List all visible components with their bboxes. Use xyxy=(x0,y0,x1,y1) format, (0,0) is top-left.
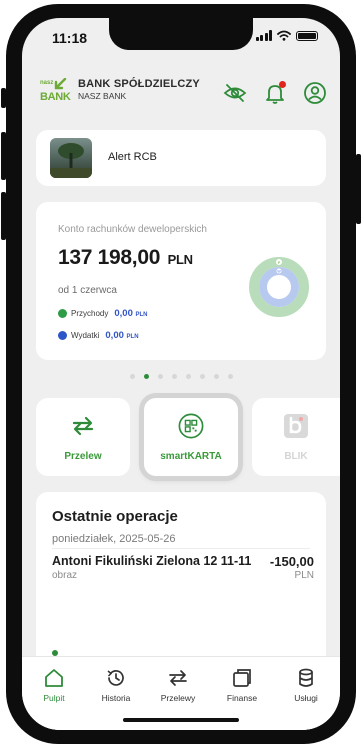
pager-dot[interactable] xyxy=(185,374,191,379)
signal-icon xyxy=(255,30,272,41)
services-icon xyxy=(276,667,336,689)
balance-donut-chart: P W xyxy=(249,257,309,317)
income-value: 0,00 PLN xyxy=(114,308,148,319)
mute-switch xyxy=(1,88,6,108)
notification-badge xyxy=(279,81,286,88)
history-icon xyxy=(86,667,146,689)
transfers-icon xyxy=(148,667,208,689)
tile-smartkarta-label: smartKARTA xyxy=(160,451,222,462)
tab-historia-label: Historia xyxy=(101,693,131,703)
status-time: 11:18 xyxy=(52,30,88,46)
user-icon[interactable] xyxy=(302,80,328,106)
pager-dot[interactable] xyxy=(143,374,149,379)
volume-up-button xyxy=(1,132,6,180)
home-indicator[interactable] xyxy=(123,718,239,722)
brand-subname: NASZ BANK xyxy=(78,91,127,101)
logo-arrow-icon xyxy=(54,78,67,90)
pager-dot[interactable] xyxy=(157,374,163,379)
bell-icon[interactable] xyxy=(262,80,288,106)
operation-amount: -150,00 xyxy=(269,554,314,569)
logo-mark: nasz BANK xyxy=(40,78,72,108)
battery-icon xyxy=(296,30,318,41)
list-item[interactable]: Antoni Fikuliński Zielona 12 11-11 -150,… xyxy=(52,554,314,581)
expense-dot xyxy=(58,331,67,340)
tab-finanse-label: Finanse xyxy=(226,693,258,703)
alert-card[interactable]: Alert RCB xyxy=(36,130,326,186)
expense-row: Wydatki 0,00 PLN xyxy=(58,330,139,341)
logo-mark-bottom: BANK xyxy=(40,91,71,103)
income-dot xyxy=(58,309,67,318)
tab-przelewy-label: Przelewy xyxy=(160,693,196,703)
pager-dot[interactable] xyxy=(171,374,177,379)
income-row: Przychody 0,00 PLN xyxy=(58,308,148,319)
expense-value: 0,00 PLN xyxy=(105,330,139,341)
account-balance: 137 198,00 PLN xyxy=(58,246,193,270)
logo-mark-top: nasz xyxy=(40,80,54,86)
tab-finanse[interactable]: Finanse xyxy=(212,667,272,703)
operations-date: poniedziałek, 2025-05-26 xyxy=(52,533,176,545)
pager-dot[interactable] xyxy=(227,374,233,379)
home-icon xyxy=(24,667,84,689)
qr-code-icon xyxy=(178,413,204,439)
tile-blik-label: BLIK xyxy=(284,451,308,462)
tile-smartkarta[interactable]: smartKARTA xyxy=(144,398,238,476)
tile-przelew-label: Przelew xyxy=(64,451,102,462)
tab-pulpit-label: Pulpit xyxy=(43,693,65,703)
pager-dot[interactable] xyxy=(129,374,135,379)
expense-label: Wydatki xyxy=(71,331,100,340)
blik-icon xyxy=(283,413,309,439)
brand-name: BANK SPÓŁDZIELCZY xyxy=(78,78,200,90)
tab-uslugi-label: Usługi xyxy=(294,693,318,703)
bank-logo[interactable]: nasz BANK BANK SPÓŁDZIELCZY NASZ BANK xyxy=(40,78,200,108)
status-icons xyxy=(255,30,318,41)
account-card[interactable]: Konto rachunków deweloperskich 137 198,0… xyxy=(36,202,326,360)
tab-pulpit[interactable]: Pulpit xyxy=(24,667,84,703)
alert-label: Alert RCB xyxy=(108,151,157,163)
donut-marker-top-label: P xyxy=(278,260,281,265)
tile-przelew[interactable]: Przelew xyxy=(36,398,130,476)
phone-frame: 11:18 nasz BANK BANK SPÓŁDZIELCZY NASZ B… xyxy=(1,4,361,744)
balance-currency: PLN xyxy=(167,252,193,267)
pager-dot[interactable] xyxy=(213,374,219,379)
tab-przelewy[interactable]: Przelewy xyxy=(148,667,208,703)
transfer-icon xyxy=(70,413,96,439)
wifi-icon xyxy=(277,30,291,41)
income-label: Przychody xyxy=(71,309,109,318)
alert-thumbnail xyxy=(50,138,92,178)
tab-uslugi[interactable]: Usługi xyxy=(276,667,336,703)
period-label: od 1 czerwca xyxy=(58,285,117,296)
header-actions xyxy=(222,80,328,106)
volume-down-button xyxy=(1,192,6,240)
app-header: nasz BANK BANK SPÓŁDZIELCZY NASZ BANK xyxy=(22,74,340,114)
carousel-pager[interactable] xyxy=(22,374,340,379)
eye-off-icon[interactable] xyxy=(222,80,248,106)
operation-currency: PLN xyxy=(294,570,314,581)
tab-historia[interactable]: Historia xyxy=(86,667,146,703)
notch xyxy=(109,18,253,50)
operations-title: Ostatnie operacje xyxy=(52,508,178,525)
operation-description: obraz xyxy=(52,570,78,581)
power-button xyxy=(356,154,361,224)
pager-dot[interactable] xyxy=(199,374,205,379)
finance-icon xyxy=(212,667,272,689)
divider xyxy=(52,548,310,549)
logo-text: BANK SPÓŁDZIELCZY NASZ BANK xyxy=(78,78,200,101)
account-title: Konto rachunków deweloperskich xyxy=(58,224,207,235)
balance-amount: 137 198,00 xyxy=(58,246,161,269)
tile-blik[interactable]: BLIK xyxy=(252,398,340,476)
app-screen: 11:18 nasz BANK BANK SPÓŁDZIELCZY NASZ B… xyxy=(22,18,340,730)
